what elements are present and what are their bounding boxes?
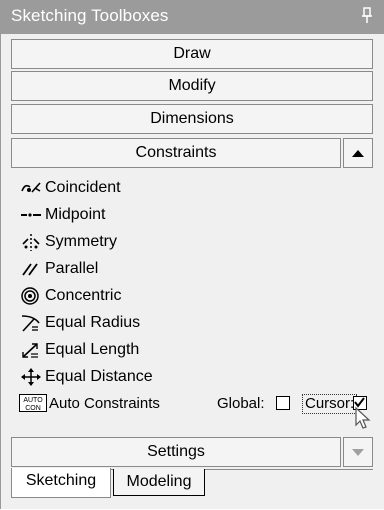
tab-modeling[interactable]: Modeling xyxy=(113,469,205,496)
constraint-label: Symmetry xyxy=(45,232,117,250)
constraint-symmetry[interactable]: Symmetry xyxy=(11,228,373,255)
constraint-label: Equal Radius xyxy=(45,313,141,331)
constraint-label: Midpoint xyxy=(45,205,106,223)
section-modify[interactable]: Modify xyxy=(11,71,373,101)
constraint-midpoint[interactable]: Midpoint xyxy=(11,201,373,228)
pin-icon[interactable] xyxy=(361,6,373,26)
panel-title: Sketching Toolboxes xyxy=(11,6,169,25)
constraint-equal-distance[interactable]: Equal Distance xyxy=(11,363,373,390)
panel-titlebar: Sketching Toolboxes xyxy=(1,0,384,34)
cursor-label: Cursor: xyxy=(302,394,358,414)
constraint-label: Equal Distance xyxy=(45,367,153,385)
toolbox-tabs: Sketching Modeling xyxy=(11,468,373,510)
midpoint-icon xyxy=(21,212,41,217)
constraint-label: Parallel xyxy=(45,259,99,277)
tab-sketching[interactable]: Sketching xyxy=(11,468,111,498)
constraint-label: Coincident xyxy=(45,178,121,196)
symmetry-icon xyxy=(22,233,40,251)
section-constraints[interactable]: Constraints xyxy=(11,138,341,168)
constraint-equal-length[interactable]: Equal Length xyxy=(11,336,373,363)
section-draw[interactable]: Draw xyxy=(11,39,373,69)
mouse-pointer-icon xyxy=(355,406,371,429)
equal-length-icon xyxy=(22,342,38,358)
triangle-up-icon xyxy=(352,150,364,157)
sketching-toolboxes-panel: Sketching Toolboxes Draw Modify Dimensio… xyxy=(0,0,384,509)
section-dimensions[interactable]: Dimensions xyxy=(11,104,373,134)
auto-icon-text-top: AUTO xyxy=(23,397,43,404)
global-checkbox[interactable] xyxy=(276,396,290,410)
constraint-coincident[interactable]: Coincident xyxy=(11,174,373,201)
global-label: Global: xyxy=(217,395,265,412)
expand-settings-button[interactable] xyxy=(343,437,373,467)
auto-icon-text-bottom: CON xyxy=(25,405,41,412)
constraint-label: Concentric xyxy=(45,286,122,304)
equal-radius-icon xyxy=(21,314,40,332)
constraint-label: Equal Length xyxy=(45,340,140,358)
constraint-parallel[interactable]: Parallel xyxy=(11,255,373,282)
collapse-button[interactable] xyxy=(343,138,373,168)
equal-distance-icon xyxy=(21,367,41,386)
constraint-equal-radius[interactable]: Equal Radius xyxy=(11,309,373,336)
auto-constraints-row: AUTO CON Auto Constraints Global: Cursor… xyxy=(11,389,373,429)
auto-constraints-label: Auto Constraints xyxy=(49,395,160,412)
triangle-down-icon xyxy=(352,449,364,456)
auto-constraints-icon: AUTO CON xyxy=(19,394,47,412)
parallel-icon xyxy=(22,262,38,276)
constraint-concentric[interactable]: Concentric xyxy=(11,282,373,309)
coincident-icon xyxy=(21,181,41,193)
section-settings[interactable]: Settings xyxy=(11,437,341,467)
concentric-icon xyxy=(21,286,39,305)
